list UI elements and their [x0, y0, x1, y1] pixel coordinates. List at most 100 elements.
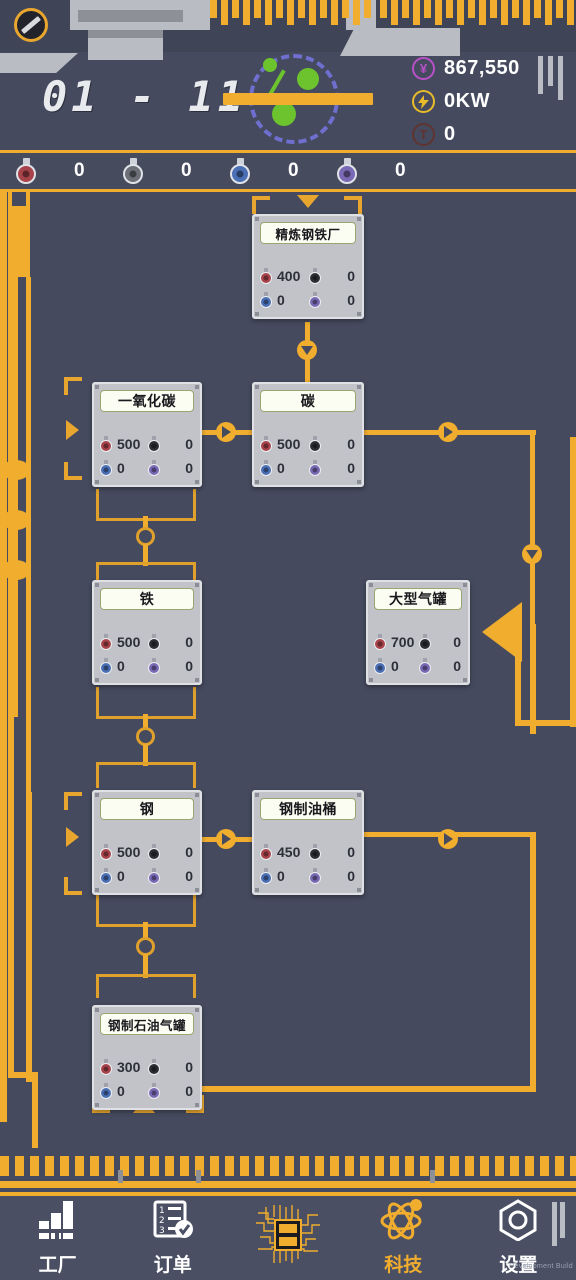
- conveyor-tooth: [240, 1156, 249, 1176]
- pipe-right-down-c: [530, 832, 536, 1092]
- resource-item-2[interactable]: 0: [214, 157, 321, 185]
- node-stat-2: 0: [99, 654, 147, 678]
- svg-text:3: 3: [159, 1226, 165, 1236]
- flask-red-icon: [14, 157, 38, 185]
- nav-scroll-indicator: [552, 1202, 568, 1246]
- factory-node-carbon[interactable]: 碳 500 0 0 0: [252, 382, 364, 487]
- factory-node-steel[interactable]: 钢 500 0 0 0: [92, 790, 202, 895]
- top-header-bar: 01 - 11 ¥ 867,550 0KW T 0: [0, 0, 576, 150]
- header-tine: [391, 0, 398, 25]
- node-stats-iron: 500 0 0 0: [99, 630, 195, 678]
- header-tine: [523, 0, 530, 25]
- node-stat-value-3: 0: [347, 460, 355, 476]
- node-stat-value-0: 700: [391, 634, 415, 650]
- valve-carbon-right[interactable]: [438, 422, 458, 442]
- nav-item-orders[interactable]: 1 2 3 订单: [115, 1196, 230, 1280]
- factory-node-steel-oil-drum[interactable]: 钢制油桶 450 0 0 0: [252, 790, 364, 895]
- valve-refined-carbon[interactable]: [297, 340, 317, 360]
- nav-item-tech[interactable]: 科技: [346, 1196, 461, 1280]
- node-stat-value-1: 0: [185, 634, 193, 650]
- node-stat-value-3: 0: [347, 868, 355, 884]
- svg-text:2: 2: [159, 1216, 165, 1226]
- arrow-right-co[interactable]: [66, 420, 79, 440]
- pipe-junction-2[interactable]: [2, 510, 30, 530]
- node-stats-steel-oil-drum: 450 0 0 0: [259, 840, 357, 888]
- conveyor-tooth: [435, 1156, 444, 1176]
- valve-drum-right[interactable]: [438, 829, 458, 849]
- header-plate-c: [0, 53, 78, 73]
- factory-node-carbon-monoxide[interactable]: 一氧化碳 500 0 0 0: [92, 382, 202, 487]
- bracket-tl-steel: [64, 792, 82, 810]
- node-stat-0: 300: [99, 1055, 147, 1079]
- node-title-steel-oil-drum: 钢制油桶: [260, 798, 356, 820]
- flask-red-icon: [259, 843, 273, 861]
- conveyor-tooth: [360, 1156, 369, 1176]
- header-tine: [424, 0, 431, 18]
- stat-pollution: T 0: [412, 118, 576, 150]
- node-stat-3: 0: [147, 654, 195, 678]
- bracket-bl-co: [64, 462, 82, 480]
- node-stat-value-2: 0: [391, 658, 399, 674]
- flask-red-icon: [99, 633, 113, 651]
- header-tines-right: [380, 0, 574, 30]
- conveyor-tooth: [60, 1156, 69, 1176]
- node-stat-3: 0: [147, 456, 195, 480]
- flask-grey-icon: [308, 843, 322, 861]
- resource-value-3: 0: [395, 160, 406, 181]
- build-watermark: Development Build: [509, 1263, 573, 1270]
- header-tine: [490, 0, 497, 18]
- node-stat-3: 0: [147, 864, 195, 888]
- flask-grey-icon: [147, 843, 161, 861]
- header-tine: [265, 0, 272, 25]
- conveyor-tooth: [255, 1156, 264, 1176]
- header-plate-b-inset: [88, 30, 163, 38]
- valve-steel-drum[interactable]: [216, 829, 236, 849]
- node-stat-value-0: 500: [117, 634, 141, 650]
- node-stat-0: 700: [373, 630, 418, 654]
- svg-text:1: 1: [159, 1206, 165, 1216]
- factory-node-iron[interactable]: 铁 500 0 0 0: [92, 580, 202, 685]
- level-indicator: 01 - 11: [42, 72, 248, 121]
- left-pipe-mid: [8, 277, 14, 1077]
- resource-item-1[interactable]: 0: [107, 157, 214, 185]
- node-title-refined-steel-plant: 精炼钢铁厂: [260, 222, 356, 244]
- arrow-right-steel[interactable]: [66, 827, 79, 847]
- node-stat-3: 0: [308, 864, 357, 888]
- pipe-junction-3[interactable]: [2, 560, 30, 580]
- nav-item-factory[interactable]: 工厂: [0, 1196, 115, 1280]
- conveyor-tooth: [390, 1156, 399, 1176]
- bracket-top-right-refined: [344, 196, 362, 214]
- flask-grey-icon: [147, 435, 161, 453]
- flask-blue-icon: [259, 459, 273, 477]
- pipe-junction-1[interactable]: [2, 460, 30, 480]
- factory-node-steel-lpg-tank[interactable]: 钢制石油气罐 300 0 0 0: [92, 1005, 202, 1110]
- left-pipe-inner-b: [26, 277, 31, 797]
- bottom-navigation: 工厂 1 2 3 订单 科技 设置 Development Build: [0, 1192, 576, 1280]
- resource-item-3[interactable]: 0: [321, 157, 428, 185]
- nav-item-chip[interactable]: [230, 1196, 345, 1280]
- flask-purple-icon: [308, 459, 322, 477]
- valve-right-down[interactable]: [522, 544, 542, 564]
- resource-value-2: 0: [288, 160, 299, 181]
- flask-blue-icon: [99, 867, 113, 885]
- resource-item-0[interactable]: 0: [0, 157, 107, 185]
- microchip-icon: [252, 1203, 324, 1270]
- conveyor-tooth: [465, 1156, 474, 1176]
- flask-grey-icon: [147, 633, 161, 651]
- header-tine: [298, 0, 305, 18]
- dial-knob-icon[interactable]: [14, 8, 48, 42]
- factory-node-large-gas-tank[interactable]: 大型气罐 700 0 0 0: [366, 580, 470, 685]
- factory-board[interactable]: 精炼钢铁厂 400 0 0 0 一氧化碳 500 0 0 0 碳 500 0 0 0 铁 500 0 0 0 大型气罐 7…: [0, 192, 576, 1152]
- arrow-down-refined[interactable]: [297, 195, 319, 208]
- header-tine: [232, 0, 239, 18]
- left-pipe-foot-v: [32, 1078, 38, 1148]
- factory-node-refined-steel-plant[interactable]: 精炼钢铁厂 400 0 0 0: [252, 214, 364, 319]
- conveyor-tooth: [450, 1156, 459, 1176]
- node-stat-value-1: 0: [347, 436, 355, 452]
- flask-grey-icon: [308, 435, 322, 453]
- pipe-bracket-steel-top: [96, 762, 196, 788]
- flask-grey-icon: [308, 267, 322, 285]
- valve-co-carbon[interactable]: [216, 422, 236, 442]
- conveyor-tooth: [225, 1156, 234, 1176]
- node-stat-0: 500: [259, 432, 308, 456]
